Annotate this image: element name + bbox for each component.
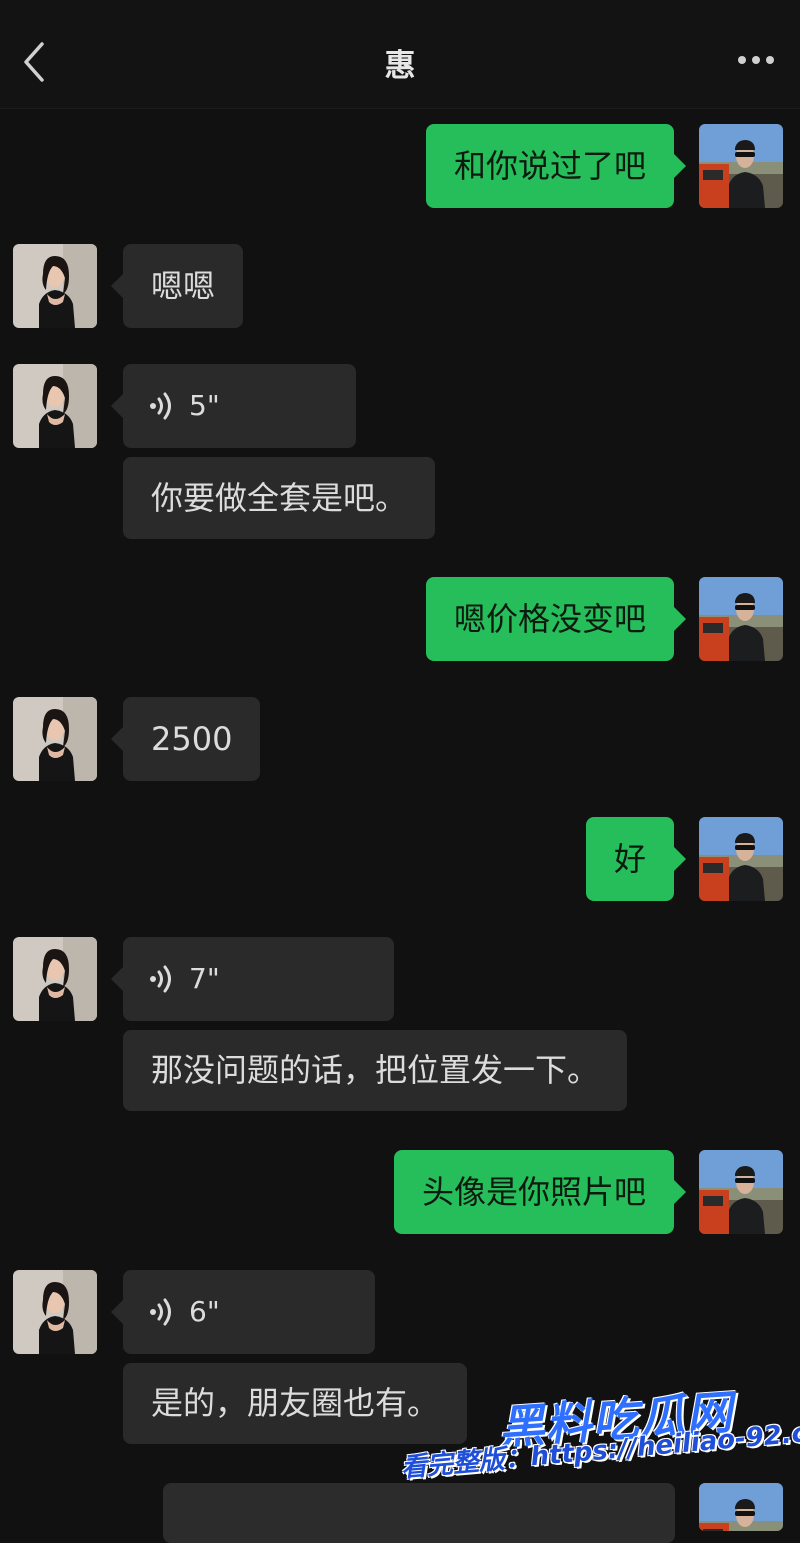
bubble-tail [111,274,123,298]
voice-duration: 6" [189,1295,220,1328]
bubble-tail [674,847,686,871]
voice-duration: 5" [189,389,220,422]
chat-title: 惠 [384,48,416,84]
outgoing-message[interactable]: 好 [585,817,686,901]
outgoing-message[interactable]: 和你说过了吧 [425,124,686,208]
incoming-message[interactable]: 嗯嗯 [111,244,244,328]
message-text: 你要做全套是吧。 [151,479,408,517]
my-avatar[interactable] [699,577,783,661]
voice-wave-icon [150,965,171,993]
more-options-button[interactable] [736,48,776,72]
bubble-tail [111,727,123,751]
voice-wave-icon [150,392,171,420]
incoming-message[interactable]: 你要做全套是吧。 [123,457,436,539]
message-text: 2500 [151,720,233,758]
voice-duration: 7" [189,962,220,995]
my-avatar[interactable] [699,1150,783,1234]
bubble-tail [674,607,686,631]
ellipsis-icon [738,56,774,64]
chat-header: 惠 [0,0,800,109]
message-text: 和你说过了吧 [453,147,646,185]
contact-avatar[interactable] [13,697,97,781]
my-avatar[interactable] [699,1483,783,1531]
contact-avatar[interactable] [13,1270,97,1354]
message-text: 是的，朋友圈也有。 [151,1384,440,1422]
message-text: 嗯嗯 [151,267,216,305]
message-text: 嗯价格没变吧 [453,600,646,638]
message-text: 好 [613,840,646,878]
incoming-message[interactable]: 2500 [111,697,261,781]
outgoing-message[interactable]: 嗯价格没变吧 [425,577,686,661]
outgoing-message[interactable]: 头像是你照片吧 [393,1150,686,1234]
my-avatar[interactable] [699,124,783,208]
contact-avatar[interactable] [13,364,97,448]
chevron-left-icon [24,42,44,82]
voice-wave-icon [150,1298,171,1326]
message-text: 那没问题的话，把位置发一下。 [151,1051,600,1089]
bubble-tail [674,154,686,178]
bubble-tail [111,1300,123,1324]
contact-avatar[interactable] [13,937,97,1021]
back-button[interactable] [14,38,54,86]
bubble-tail [111,967,123,991]
bubble-tail [674,1180,686,1204]
incoming-message[interactable]: 那没问题的话，把位置发一下。 [123,1030,628,1111]
voice-message[interactable]: 5" [111,364,356,448]
voice-message[interactable]: 6" [111,1270,375,1354]
bubble-tail [111,394,123,418]
message-text: 头像是你照片吧 [421,1173,646,1211]
incoming-message-partial[interactable] [163,1483,675,1543]
my-avatar[interactable] [699,817,783,901]
incoming-message[interactable]: 是的，朋友圈也有。 [123,1363,468,1444]
voice-message[interactable]: 7" [111,937,394,1021]
contact-avatar[interactable] [13,244,97,328]
